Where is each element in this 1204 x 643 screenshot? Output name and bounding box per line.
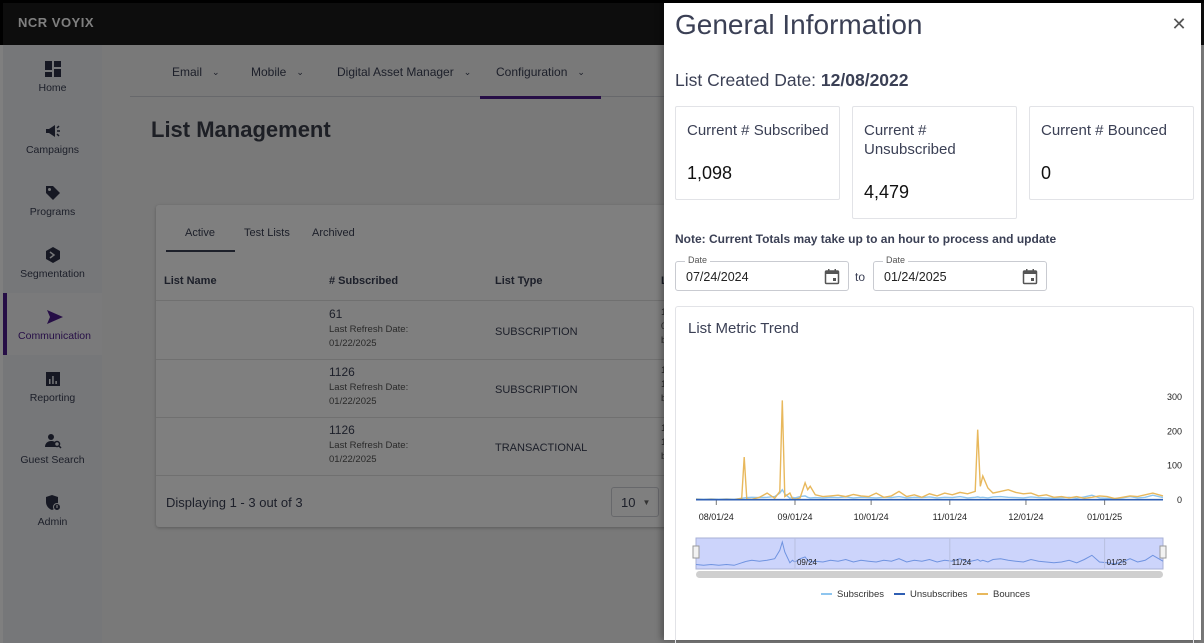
date-to-value: 01/24/2025: [884, 270, 947, 284]
metric-subscribed: Current # Subscribed 1,098: [675, 106, 840, 200]
navigator-right-handle[interactable]: [1159, 545, 1167, 559]
totals-note: Note: Current Totals may take up to an h…: [675, 232, 1057, 246]
date-from-label: Date: [685, 255, 711, 265]
legend-item-unsubscribes[interactable]: Unsubscribes: [910, 589, 968, 600]
metric-label: Current # Unsubscribed: [864, 122, 956, 158]
created-label: List Created Date:: [675, 70, 817, 90]
metric-label: Current # Subscribed: [687, 122, 829, 139]
navigator-window: [695, 537, 1164, 570]
series-line-bounces: [695, 400, 1164, 501]
list-metric-trend-card: List Metric Trend 0 100 200 300 08/01/24 09/0…: [675, 306, 1194, 643]
y-tick-label: 200: [1167, 426, 1182, 436]
x-tick-label: 08/01/24: [699, 512, 734, 522]
x-tick-label: 10/01/24: [854, 512, 889, 522]
metric-value: 0: [1041, 163, 1052, 183]
metric-value: 4,479: [864, 182, 910, 202]
date-from-field[interactable]: Date 07/24/2024: [675, 255, 849, 291]
metric-bounced: Current # Bounced 0: [1029, 106, 1194, 200]
x-tick-label: 09/01/24: [777, 512, 812, 522]
x-tick-label: 11/01/24: [933, 512, 967, 522]
x-tick-label: 01/01/25: [1087, 512, 1122, 522]
close-icon[interactable]: ✕: [1169, 14, 1189, 34]
trend-chart: 0 100 200 300 08/01/24 09/01/24 10/01/24 11/01/…: [692, 392, 1182, 600]
y-tick-label: 300: [1167, 392, 1182, 402]
x-tick-label: 12/01/24: [1008, 512, 1043, 522]
metric-label: Current # Bounced: [1041, 122, 1167, 139]
general-information-drawer: General Information ✕ List Created Date:…: [664, 0, 1201, 643]
date-to-field[interactable]: Date 01/24/2025: [873, 255, 1047, 291]
date-range-separator: to: [855, 270, 866, 284]
calendar-icon[interactable]: [1022, 268, 1038, 285]
y-tick-label: 0: [1177, 495, 1182, 505]
date-from-value: 07/24/2024: [686, 270, 749, 284]
navigator-tick-label: 11/24: [952, 558, 972, 567]
y-tick-label: 100: [1167, 461, 1182, 471]
navigator-scrollbar[interactable]: [696, 571, 1163, 578]
metric-value: 1,098: [687, 163, 733, 183]
navigator-left-handle[interactable]: [692, 545, 700, 559]
legend-item-subscribes[interactable]: Subscribes: [837, 589, 884, 600]
metric-unsubscribed: Current # Unsubscribed 4,479: [852, 106, 1017, 219]
navigator-tick-label: 01/25: [1107, 558, 1128, 567]
calendar-icon[interactable]: [824, 268, 840, 285]
created-value: 12/08/2022: [820, 70, 909, 90]
drawer-title: General Information: [675, 9, 923, 40]
date-to-label: Date: [883, 255, 909, 265]
list-created-date: List Created Date: 12/08/2022: [675, 70, 909, 91]
navigator-tick-label: 09/24: [797, 558, 818, 567]
legend-item-bounces[interactable]: Bounces: [993, 589, 1030, 600]
